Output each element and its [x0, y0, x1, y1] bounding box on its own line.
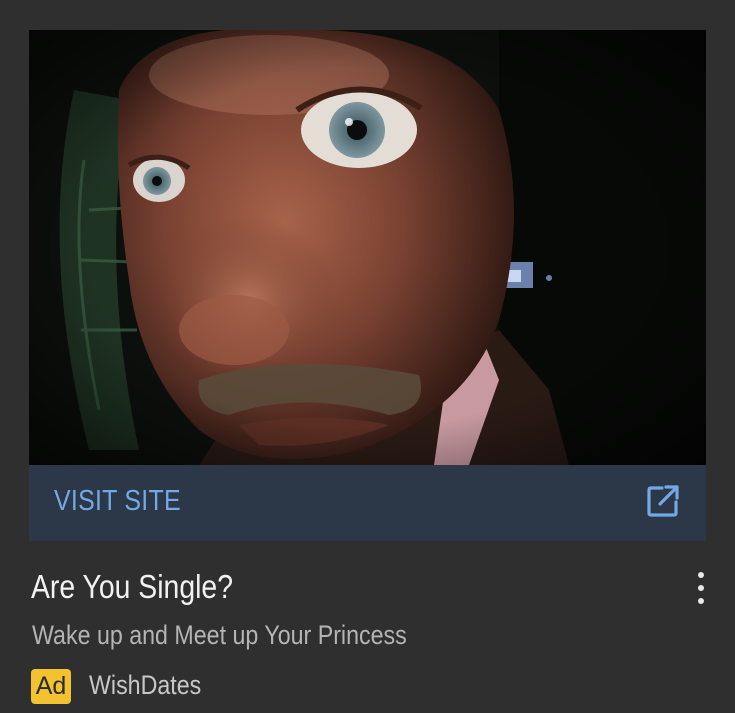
- ad-headline[interactable]: Are You Single?: [31, 568, 233, 606]
- open-in-new-icon[interactable]: [646, 484, 680, 518]
- ad-body: Wake up and Meet up Your Princess: [32, 620, 407, 650]
- advertiser-name: WishDates: [89, 670, 202, 700]
- ad-card[interactable]: VISIT SITE Are You Single? Wake up and M…: [0, 0, 735, 713]
- visit-site-label: VISIT SITE: [54, 485, 181, 517]
- ad-image[interactable]: [29, 30, 706, 465]
- ad-badge: Ad: [31, 669, 71, 704]
- more-vert-icon[interactable]: [690, 568, 712, 608]
- visit-site-button[interactable]: VISIT SITE: [29, 465, 706, 541]
